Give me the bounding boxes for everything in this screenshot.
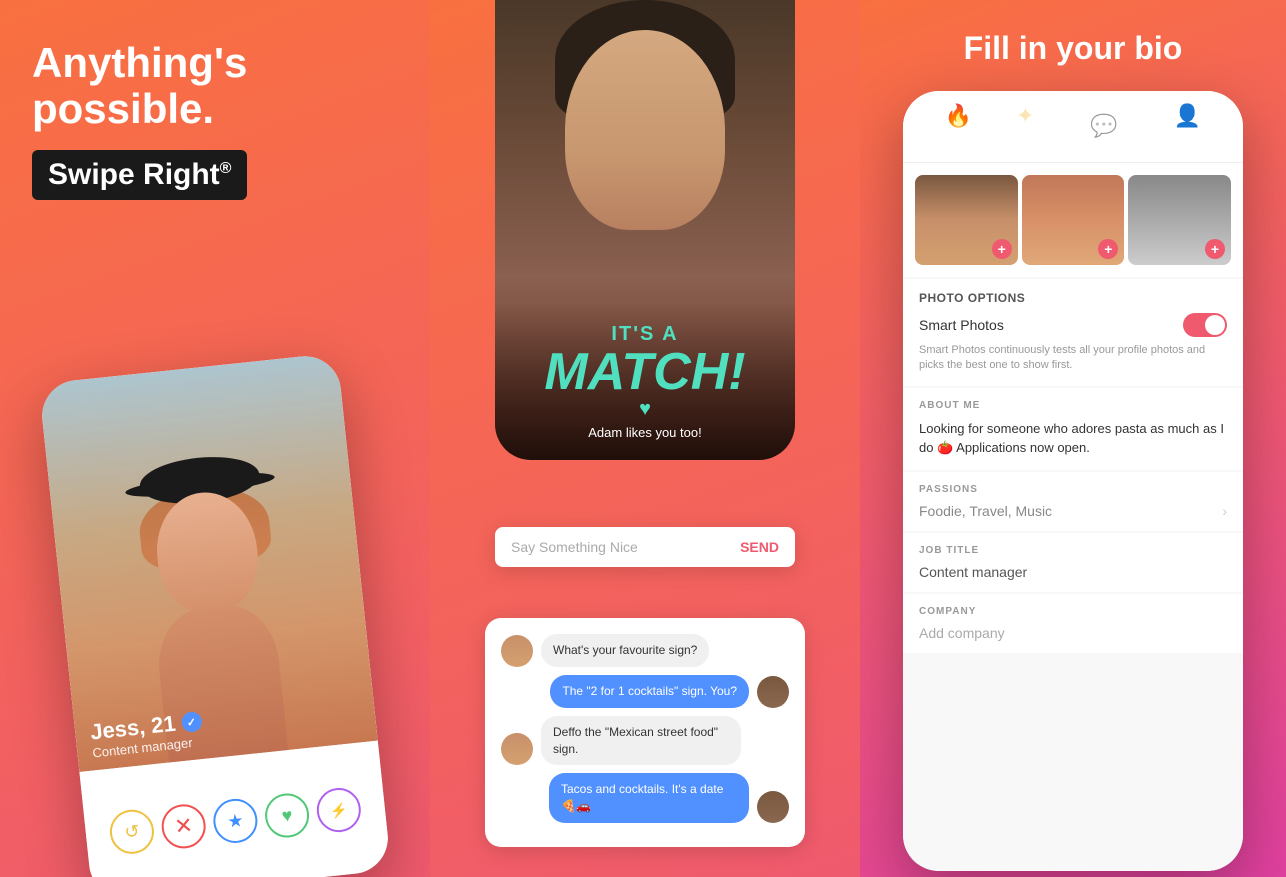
panel-2: IT'S A MATCH! ♥ Adam likes you too! Say … bbox=[430, 0, 860, 877]
smart-photos-desc: Smart Photos continuously tests all your… bbox=[919, 343, 1227, 374]
superlike-button[interactable]: ★ bbox=[211, 797, 259, 845]
tab-star[interactable]: ✦ bbox=[1016, 103, 1034, 150]
job-section: JOB TITLE Content manager bbox=[903, 533, 1243, 592]
passions-section: PASSIONS Foodie, Travel, Music › bbox=[903, 472, 1243, 531]
photo-thumb-1[interactable]: + bbox=[915, 175, 1018, 265]
photos-grid: + + + bbox=[903, 163, 1243, 277]
avatar-girl-1 bbox=[501, 635, 533, 667]
msg-4: Tacos and cocktails. It's a date 🍕🚗 bbox=[501, 773, 789, 823]
match-photo: IT'S A MATCH! ♥ Adam likes you too! bbox=[495, 0, 795, 460]
chat-messages: What's your favourite sign? The "2 for 1… bbox=[485, 618, 805, 847]
phone-profile: 🔥 ✦ 💬 👤 + + + PHOTO OPTIONS bbox=[903, 91, 1243, 871]
msg-2: The "2 for 1 cocktails" sign. You? bbox=[501, 675, 789, 708]
passions-label: PASSIONS bbox=[919, 484, 1227, 495]
smart-photos-toggle[interactable] bbox=[1183, 313, 1227, 337]
add-photo-3[interactable]: + bbox=[1205, 239, 1225, 259]
phone-mockup-1: Jess, 21 ✓ Content manager ↺ ✕ ★ ♥ ⚡ bbox=[39, 353, 392, 877]
about-me-text[interactable]: Looking for someone who adores pasta as … bbox=[919, 419, 1227, 458]
msg-1: What's your favourite sign? bbox=[501, 634, 789, 667]
passions-row[interactable]: Foodie, Travel, Music › bbox=[919, 503, 1227, 519]
company-label: COMPANY bbox=[919, 606, 1227, 617]
photo-thumb-2[interactable]: + bbox=[1022, 175, 1125, 265]
send-button[interactable]: SEND bbox=[740, 539, 779, 555]
company-placeholder[interactable]: Add company bbox=[919, 625, 1227, 641]
bubble-2: The "2 for 1 cocktails" sign. You? bbox=[550, 675, 749, 708]
job-label: JOB TITLE bbox=[919, 545, 1227, 556]
about-me-label: ABOUT ME bbox=[919, 400, 1227, 411]
chat-input-bar: Say Something Nice SEND bbox=[495, 527, 795, 567]
verified-badge: ✓ bbox=[180, 711, 202, 733]
tab-profile[interactable]: 👤 bbox=[1174, 103, 1201, 150]
undo-button[interactable]: ↺ bbox=[108, 808, 156, 856]
boost-button[interactable]: ⚡ bbox=[315, 786, 363, 834]
company-section: COMPANY Add company bbox=[903, 594, 1243, 653]
card-photo: Jess, 21 ✓ Content manager bbox=[39, 353, 378, 772]
match-text: MATCH! bbox=[515, 346, 775, 398]
avatar-boy-2 bbox=[757, 791, 789, 823]
avatar-girl-2 bbox=[501, 733, 533, 765]
swipe-badge: Swipe Right® bbox=[32, 150, 247, 200]
like-button[interactable]: ♥ bbox=[263, 791, 311, 839]
phone-match: IT'S A MATCH! ♥ Adam likes you too! bbox=[495, 0, 795, 460]
tab-bar: 🔥 ✦ 💬 👤 bbox=[903, 91, 1243, 163]
tab-messages[interactable]: 💬 bbox=[1078, 103, 1129, 150]
passions-chevron: › bbox=[1222, 503, 1227, 519]
add-photo-1[interactable]: + bbox=[992, 239, 1012, 259]
tab-tinder[interactable]: 🔥 bbox=[945, 103, 972, 150]
about-me-section: ABOUT ME Looking for someone who adores … bbox=[903, 388, 1243, 470]
msg-3: Deffo the "Mexican street food" sign. bbox=[501, 716, 789, 766]
panel-1: Anything's possible. Swipe Right® Jess, … bbox=[0, 0, 430, 877]
tagline: Anything's possible. bbox=[32, 40, 398, 132]
chat-placeholder[interactable]: Say Something Nice bbox=[511, 539, 638, 555]
photo-options-section: PHOTO OPTIONS Smart Photos Smart Photos … bbox=[903, 279, 1243, 386]
likes-you-text: Adam likes you too! bbox=[515, 425, 775, 440]
bubble-3: Deffo the "Mexican street food" sign. bbox=[541, 716, 741, 766]
bubble-4: Tacos and cocktails. It's a date 🍕🚗 bbox=[549, 773, 749, 823]
add-photo-2[interactable]: + bbox=[1098, 239, 1118, 259]
match-face bbox=[565, 30, 725, 230]
job-value[interactable]: Content manager bbox=[919, 564, 1227, 580]
panel-3-title: Fill in your bio bbox=[964, 30, 1183, 67]
nope-button[interactable]: ✕ bbox=[159, 802, 207, 850]
avatar-boy-1 bbox=[757, 676, 789, 708]
photo-thumb-3[interactable]: + bbox=[1128, 175, 1231, 265]
photo-options-label: PHOTO OPTIONS bbox=[919, 291, 1227, 305]
match-overlay: IT'S A MATCH! ♥ Adam likes you too! bbox=[495, 303, 795, 460]
bubble-1: What's your favourite sign? bbox=[541, 634, 709, 667]
passions-value: Foodie, Travel, Music bbox=[919, 503, 1052, 519]
smart-photos-row: Smart Photos bbox=[919, 313, 1227, 337]
heart-icon: ♥ bbox=[515, 398, 775, 421]
panel-3: Fill in your bio 🔥 ✦ 💬 👤 + + + bbox=[860, 0, 1286, 877]
smart-photos-label: Smart Photos bbox=[919, 317, 1004, 333]
